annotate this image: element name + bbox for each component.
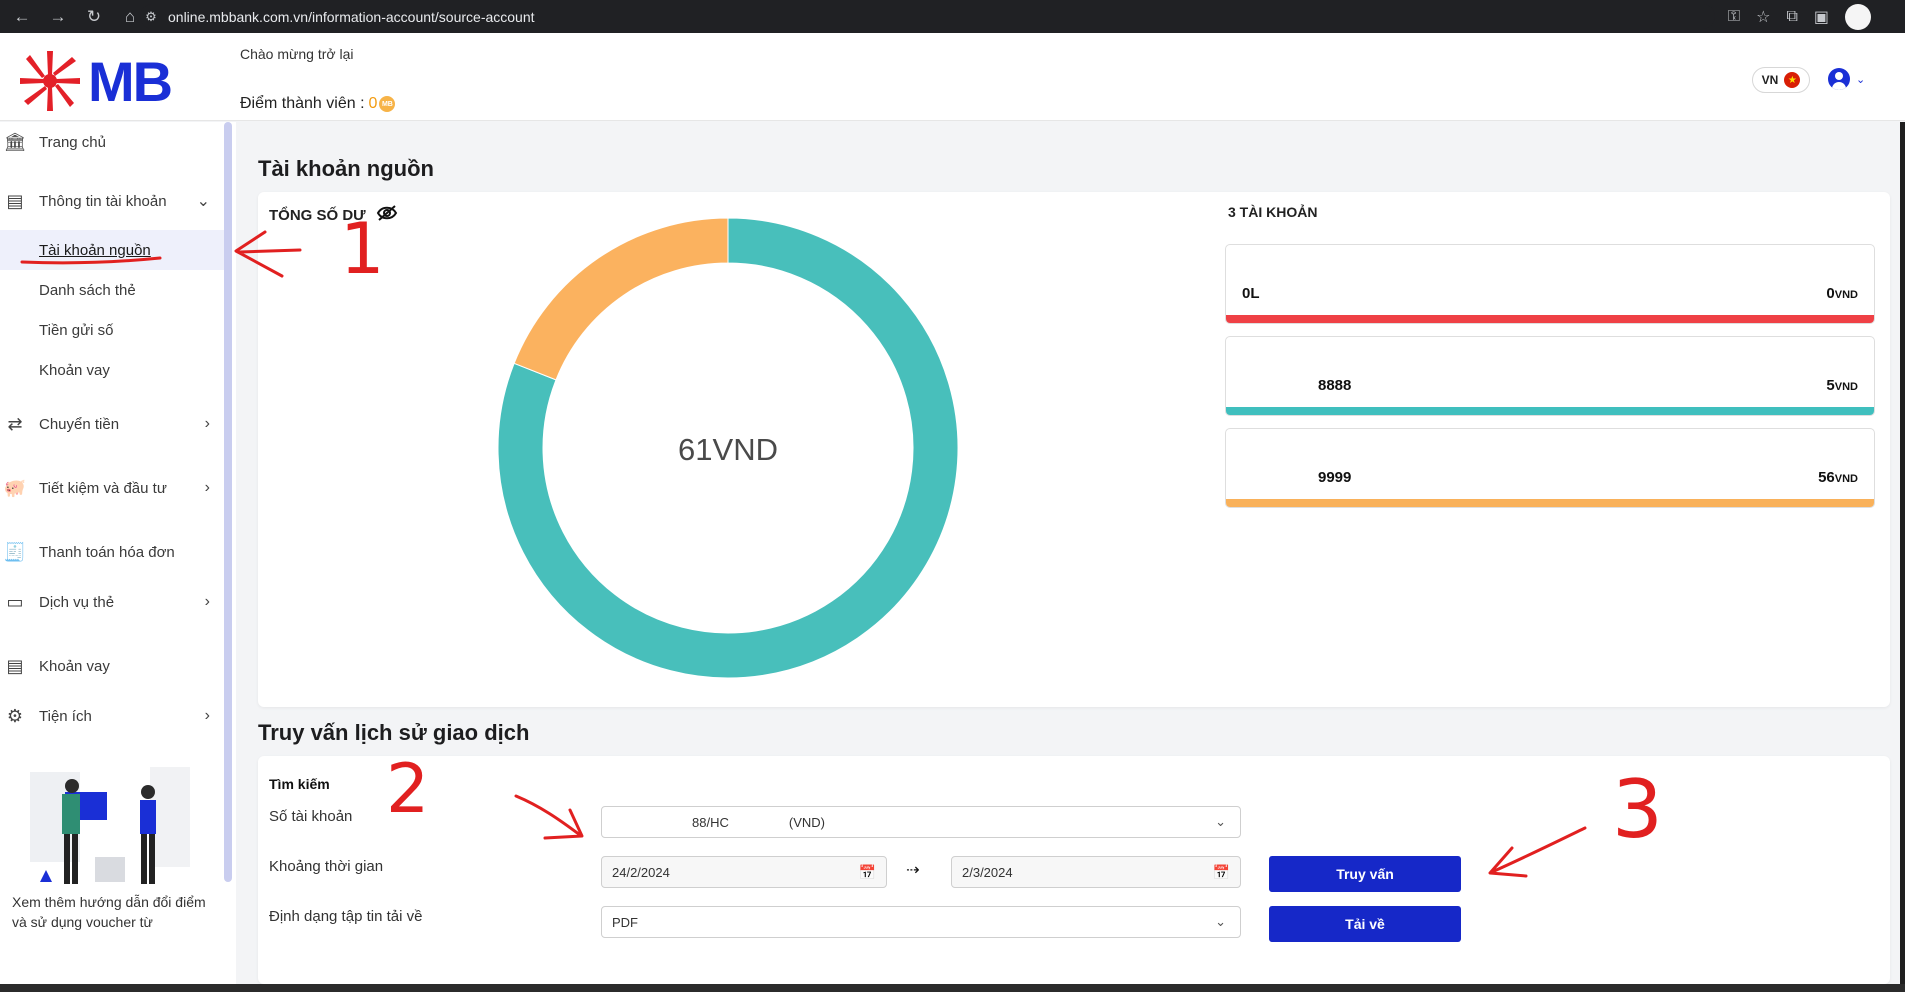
window-edge xyxy=(1900,122,1905,984)
annotation-number-3: 3 xyxy=(1612,763,1663,856)
annotation-arrow-1 xyxy=(234,230,302,278)
annotation-number-1: 1 xyxy=(340,208,385,290)
taskbar-strip xyxy=(0,984,1905,992)
annotation-arrow-2 xyxy=(514,794,584,840)
annotation-number-2: 2 xyxy=(386,750,430,829)
annotation-arrow-3 xyxy=(1488,826,1587,878)
annotation-underline xyxy=(20,256,162,265)
